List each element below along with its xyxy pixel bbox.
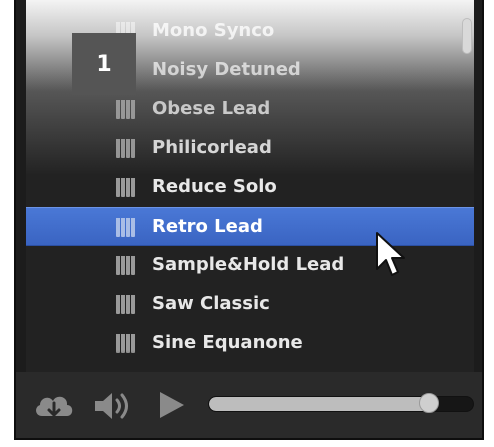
transport-bar <box>16 372 482 438</box>
cloud-download-icon[interactable] <box>32 390 76 422</box>
preset-item[interactable] <box>26 363 474 372</box>
piano-keys-icon <box>116 334 135 353</box>
volume-icon[interactable] <box>92 389 134 423</box>
preset-label: Reduce Solo <box>152 176 277 197</box>
piano-keys-icon <box>116 218 135 237</box>
preset-item[interactable]: Sine Equanone <box>26 324 474 363</box>
step-badge: 1 <box>72 33 136 95</box>
progress-thumb[interactable] <box>419 393 439 413</box>
preset-item[interactable]: Obese Lead <box>26 90 474 129</box>
preset-item[interactable]: Philicorlead <box>26 129 474 168</box>
preset-item[interactable]: Reduce Solo <box>26 168 474 207</box>
preset-label: Sample&Hold Lead <box>152 254 345 275</box>
scrollbar-thumb[interactable] <box>462 18 472 54</box>
preset-label: Mono Synco <box>152 20 275 41</box>
play-icon[interactable] <box>156 390 188 420</box>
piano-keys-icon <box>116 100 135 119</box>
piano-keys-icon <box>116 139 135 158</box>
progress-fill <box>209 397 430 411</box>
mouse-pointer-icon <box>376 232 405 276</box>
preset-label: Retro Lead <box>152 216 263 237</box>
piano-keys-icon <box>116 178 135 197</box>
preset-label: Saw Classic <box>152 293 270 314</box>
preset-label: Noisy Detuned <box>152 59 301 80</box>
piano-keys-icon <box>116 295 135 314</box>
preset-label: Obese Lead <box>152 98 271 119</box>
preset-label: Philicorlead <box>152 137 272 158</box>
piano-keys-icon <box>116 256 135 275</box>
preset-list-panel: Mono Synco Noisy Detuned Obese Lead Philico… <box>26 0 474 372</box>
preset-browser-window: Mono Synco Noisy Detuned Obese Lead Philico… <box>14 0 484 440</box>
preset-label: Sine Equanone <box>152 332 303 353</box>
preset-item[interactable]: Saw Classic <box>26 285 474 324</box>
